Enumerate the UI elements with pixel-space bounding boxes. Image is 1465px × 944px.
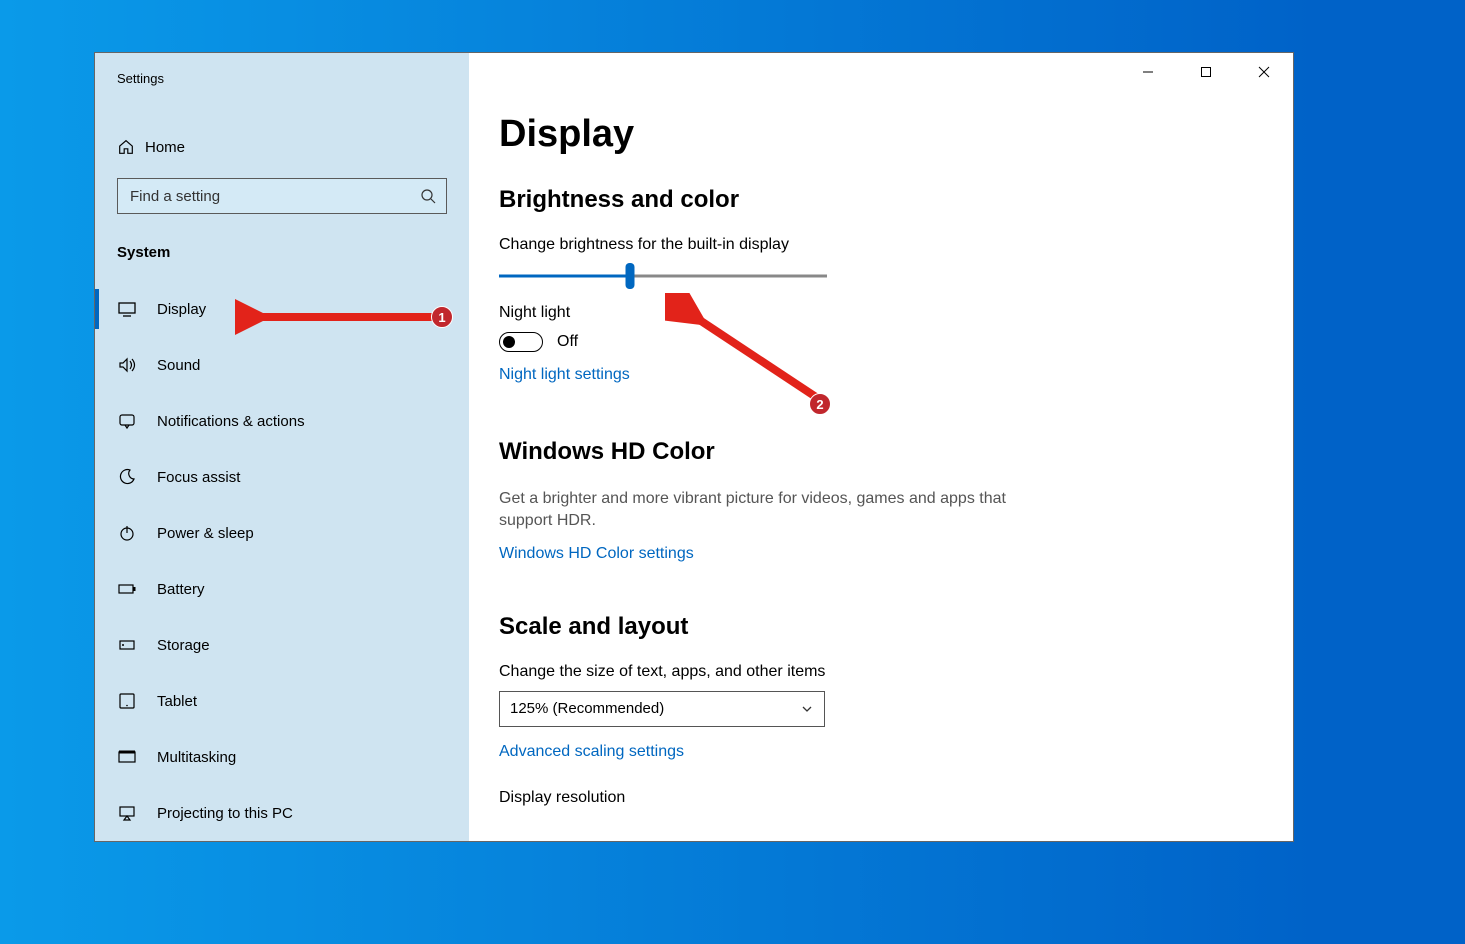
titlebar xyxy=(1119,53,1293,93)
hdcolor-settings-link[interactable]: Windows HD Color settings xyxy=(499,545,1293,563)
close-button[interactable] xyxy=(1235,53,1293,91)
slider-fill xyxy=(499,275,630,278)
sidebar-item-sound[interactable]: Sound xyxy=(95,337,469,393)
sidebar-item-label: Battery xyxy=(157,581,205,598)
battery-icon xyxy=(117,579,137,599)
resolution-label: Display resolution xyxy=(499,789,1293,807)
annotation-arrow-1 xyxy=(235,297,461,337)
sidebar-home[interactable]: Home xyxy=(95,134,469,160)
hdcolor-desc: Get a brighter and more vibrant picture … xyxy=(499,488,1039,533)
home-icon xyxy=(117,138,145,156)
tablet-icon xyxy=(117,691,137,711)
night-light-label: Night light xyxy=(499,304,1293,322)
sidebar-item-storage[interactable]: Storage xyxy=(95,617,469,673)
sidebar-section: System xyxy=(95,214,469,275)
settings-window: Settings Home System Display So xyxy=(94,52,1294,842)
toggle-knob xyxy=(503,336,515,348)
sidebar-item-label: Storage xyxy=(157,637,210,654)
project-icon xyxy=(117,803,137,823)
page-title: Display xyxy=(499,113,1293,156)
power-icon xyxy=(117,523,137,543)
search-field[interactable] xyxy=(128,187,420,206)
annotation-marker-1: 1 xyxy=(431,306,453,328)
sidebar-item-label: Focus assist xyxy=(157,469,240,486)
maximize-button[interactable] xyxy=(1177,53,1235,91)
sidebar-item-label: Tablet xyxy=(157,693,197,710)
chevron-down-icon xyxy=(800,702,814,716)
sidebar-item-multitasking[interactable]: Multitasking xyxy=(95,729,469,785)
search-icon xyxy=(420,188,436,204)
notify-icon xyxy=(117,411,137,431)
sidebar-home-label: Home xyxy=(145,139,185,156)
storage-icon xyxy=(117,635,137,655)
app-title: Settings xyxy=(95,67,469,86)
night-light-state: Off xyxy=(557,333,578,351)
sidebar-item-projecting[interactable]: Projecting to this PC xyxy=(95,785,469,841)
sidebar-item-label: Multitasking xyxy=(157,749,236,766)
brightness-slider[interactable] xyxy=(499,264,827,288)
scale-dropdown[interactable]: 125% (Recommended) xyxy=(499,691,825,727)
brightness-slider-label: Change brightness for the built-in displ… xyxy=(499,236,1293,254)
scale-size-label: Change the size of text, apps, and other… xyxy=(499,663,1293,681)
section-brightness-heading: Brightness and color xyxy=(499,186,1293,214)
sidebar-item-label: Projecting to this PC xyxy=(157,805,293,822)
scale-dropdown-value: 125% (Recommended) xyxy=(510,700,664,717)
section-scale-heading: Scale and layout xyxy=(499,613,1293,641)
content-pane: Display Brightness and color Change brig… xyxy=(469,53,1293,841)
sidebar-item-battery[interactable]: Battery xyxy=(95,561,469,617)
sidebar-item-label: Notifications & actions xyxy=(157,413,305,430)
display-icon xyxy=(117,299,137,319)
moon-icon xyxy=(117,467,137,487)
minimize-button[interactable] xyxy=(1119,53,1177,91)
sidebar-item-tablet[interactable]: Tablet xyxy=(95,673,469,729)
sidebar-item-label: Power & sleep xyxy=(157,525,254,542)
sound-icon xyxy=(117,355,137,375)
advanced-scaling-link[interactable]: Advanced scaling settings xyxy=(499,743,1293,761)
sidebar-item-label: Sound xyxy=(157,357,200,374)
sidebar: Settings Home System Display So xyxy=(95,53,469,841)
sidebar-item-power-sleep[interactable]: Power & sleep xyxy=(95,505,469,561)
night-light-toggle[interactable] xyxy=(499,332,543,352)
annotation-marker-2: 2 xyxy=(809,393,831,415)
search-input[interactable] xyxy=(117,178,447,214)
night-light-settings-link[interactable]: Night light settings xyxy=(499,366,1293,384)
multitask-icon xyxy=(117,747,137,767)
sidebar-item-label: Display xyxy=(157,301,206,318)
sidebar-item-notifications[interactable]: Notifications & actions xyxy=(95,393,469,449)
slider-thumb[interactable] xyxy=(626,263,635,289)
sidebar-nav: Display Sound Notifications & actions Fo… xyxy=(95,275,469,841)
sidebar-item-focus-assist[interactable]: Focus assist xyxy=(95,449,469,505)
section-hdcolor-heading: Windows HD Color xyxy=(499,438,1293,466)
